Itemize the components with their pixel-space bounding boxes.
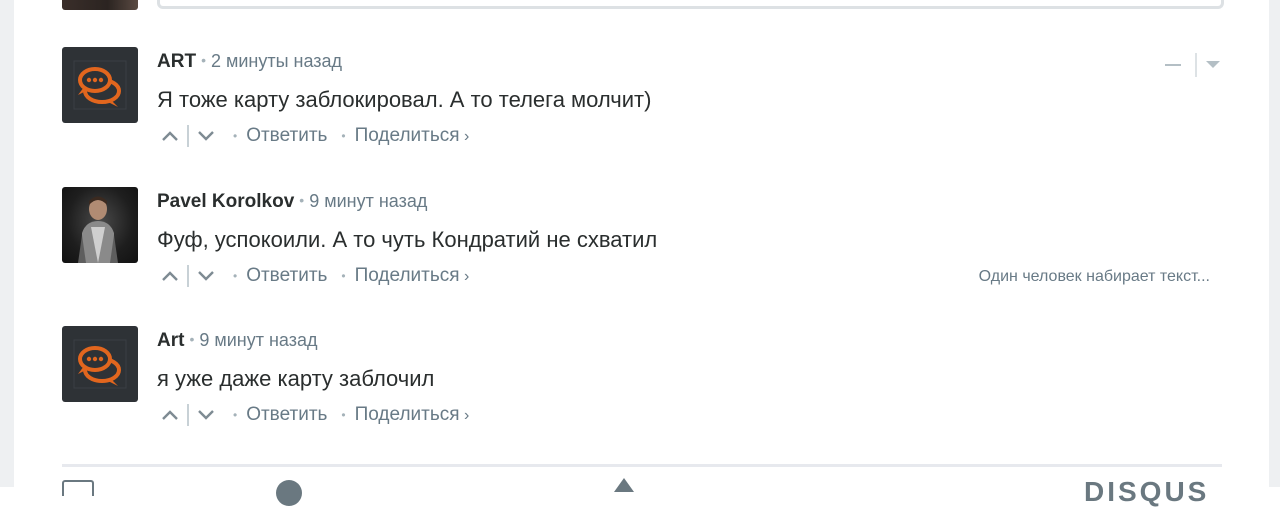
warning-icon[interactable] (614, 478, 634, 492)
comment-text: Я тоже карту заблокировал. А то телега м… (157, 87, 652, 112)
header-separator-dot: • (299, 192, 305, 208)
reply-link[interactable]: Ответить (246, 404, 327, 426)
share-link[interactable]: Поделиться (355, 404, 470, 426)
chat-bubbles-logo-icon (73, 339, 127, 389)
upvote-icon[interactable] (157, 124, 183, 148)
vote-divider (187, 265, 189, 287)
actions-separator-dot: • (233, 129, 238, 143)
avatar[interactable] (62, 326, 138, 402)
subscribe-icon[interactable] (62, 480, 94, 496)
footer-divider (62, 464, 1222, 467)
actions-separator-dot: • (341, 408, 346, 422)
comment-menu-controls (1165, 53, 1220, 77)
downvote-icon[interactable] (193, 403, 219, 427)
header-separator-dot: • (201, 52, 206, 68)
comment-item: ART • 2 минуты назад Я тоже карту заблокир… (62, 47, 1222, 157)
comment-header: Pavel Korolkov • 9 минут назад (157, 191, 427, 215)
comment-author[interactable]: ART (157, 51, 196, 72)
comment-header: ART • 2 минуты назад (157, 51, 342, 75)
vote-divider (187, 404, 189, 426)
previous-avatar-partial (62, 0, 138, 10)
actions-separator-dot: • (233, 408, 238, 422)
downvote-icon[interactable] (193, 124, 219, 148)
footer-brand-logo[interactable]: DISQUS (1084, 476, 1209, 508)
actions-separator-dot: • (233, 269, 238, 283)
share-link[interactable]: Поделиться (355, 125, 470, 147)
actions-separator-dot: • (341, 269, 346, 283)
reply-link[interactable]: Ответить (246, 125, 327, 147)
comment-actions: • Ответить • Поделиться (157, 124, 469, 148)
dropdown-arrow-icon[interactable] (1206, 56, 1220, 74)
avatar[interactable] (62, 187, 138, 263)
reply-link[interactable]: Ответить (246, 265, 327, 287)
comment-author[interactable]: Art (157, 330, 184, 351)
comment-timestamp[interactable]: 9 минут назад (309, 191, 427, 211)
comment-actions: • Ответить • Поделиться (157, 403, 469, 427)
upvote-icon[interactable] (157, 264, 183, 288)
chat-bubbles-logo-icon (73, 60, 127, 110)
share-link[interactable]: Поделиться (355, 265, 470, 287)
avatar[interactable] (62, 47, 138, 123)
upvote-icon[interactable] (157, 403, 183, 427)
header-separator-dot: • (189, 331, 195, 347)
user-photo-avatar (78, 196, 118, 263)
comment-author[interactable]: Pavel Korolkov (157, 191, 294, 212)
disqus-circle-icon[interactable] (276, 480, 302, 506)
comment-timestamp[interactable]: 2 минуты назад (211, 51, 342, 71)
actions-separator-dot: • (341, 129, 346, 143)
menu-divider (1195, 53, 1197, 77)
comment-input-box-partial[interactable] (157, 0, 1224, 9)
downvote-icon[interactable] (193, 264, 219, 288)
comment-text: я уже даже карту заблочил (157, 366, 435, 391)
comment-header: Art • 9 минут назад (157, 330, 318, 354)
comment-text: Фуф, успокоили. А то чуть Кондратий не с… (157, 227, 658, 252)
comment-actions: • Ответить • Поделиться (157, 264, 469, 288)
right-frame-edge (1269, 0, 1280, 487)
vote-divider (187, 125, 189, 147)
comment-item: Art • 9 минут назад я уже даже карту забло… (62, 326, 1222, 436)
collapse-icon[interactable] (1165, 64, 1181, 66)
left-frame-edge (0, 0, 14, 487)
typing-indicator: Один человек набирает текст... (978, 268, 1210, 285)
comment-timestamp[interactable]: 9 минут назад (199, 330, 317, 350)
